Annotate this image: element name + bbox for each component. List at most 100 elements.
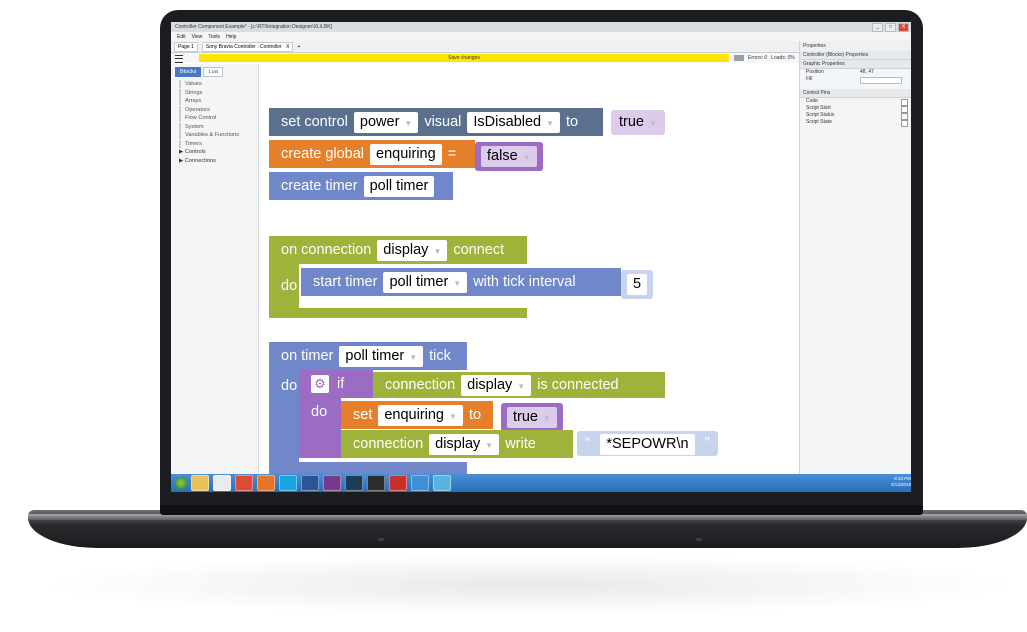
palette-item-operators[interactable]: Operators (179, 105, 258, 114)
close-button[interactable]: X (898, 23, 909, 32)
pin-row[interactable]: Code (800, 98, 911, 106)
connection-write-block[interactable]: connection display ▼ write (341, 430, 573, 458)
properties-tab[interactable]: Properties (800, 41, 911, 51)
skype-icon[interactable] (279, 475, 297, 491)
property-row[interactable]: Fill (800, 76, 911, 84)
dropdown-value: poll timer (389, 273, 449, 290)
on-timer-block[interactable]: on timer poll timer ▼ tick (269, 342, 467, 370)
string-block[interactable]: “ *SEPOWR\n ” (577, 431, 718, 456)
pin-checkbox[interactable] (901, 120, 908, 127)
block-label: write (505, 436, 536, 452)
tab-lua[interactable]: Lua (203, 67, 223, 77)
minimize-button[interactable]: _ (872, 23, 883, 32)
palette-item-arrays[interactable]: Arrays (179, 97, 258, 105)
pin-row[interactable]: Script Start (800, 105, 911, 113)
chevron-down-icon: ▼ (485, 440, 494, 450)
block-label: on timer (281, 348, 334, 364)
on-connection-block[interactable]: on connection display ▼ connect (269, 236, 527, 264)
interval-value-field[interactable]: 5 (627, 274, 648, 295)
false-value-dropdown[interactable]: false ▼ (481, 146, 537, 167)
properties-header: Controller (Blocks) Properties (800, 51, 911, 60)
set-control-block[interactable]: set control power ▼ visual IsDisabled ▼ to (269, 108, 603, 136)
property-value: 48, 47 (860, 69, 874, 75)
tab-sony-bravia-controller[interactable]: Sony Bravia Controller : Controller X (201, 41, 294, 52)
palette-group-connections[interactable]: ▶ Connections (179, 157, 258, 165)
maximize-button[interactable]: □ (885, 23, 896, 32)
connection-dropdown[interactable]: display ▼ (377, 239, 448, 261)
blocks-workspace[interactable]: set control power ▼ visual IsDisabled ▼ to… (259, 64, 798, 474)
interval-number-block[interactable]: 5 (621, 270, 654, 299)
acrobat-icon[interactable] (389, 475, 407, 491)
window-titlebar: Controller Component Example* - [c:\RTI\… (171, 22, 911, 32)
tab-close-icon[interactable]: X (286, 44, 289, 50)
string-value-field[interactable]: *SEPOWR\n (600, 434, 695, 455)
illustrator-icon[interactable] (367, 475, 385, 491)
if-do-arm: do (299, 398, 341, 446)
palette-item-flow-control[interactable]: Flow Control (179, 114, 258, 122)
laptop-foot (696, 538, 702, 541)
onenote-icon[interactable] (323, 475, 341, 491)
file-explorer-icon[interactable] (191, 475, 209, 491)
control-pins-header: Control Pins (800, 89, 911, 98)
create-global-block[interactable]: create global enquiring = (269, 140, 475, 168)
timer-dropdown[interactable]: poll timer ▼ (339, 345, 424, 367)
tab-blocks[interactable]: Blocks (175, 67, 202, 77)
palette-item-variables-functions[interactable]: Variables & Functions (179, 131, 258, 139)
property-row[interactable]: Position 48, 47 (800, 69, 911, 76)
chrome-icon[interactable] (235, 475, 253, 491)
false-value-block[interactable]: false ▼ (475, 142, 543, 171)
block-label: set (353, 407, 373, 423)
true-value-dropdown[interactable]: true ▼ (611, 110, 665, 135)
tab-page-1[interactable]: Page 1 (174, 41, 198, 52)
is-connected-block[interactable]: connection display ▼ is connected (373, 372, 665, 398)
hamburger-menu-icon[interactable] (175, 55, 183, 63)
palette-item-values[interactable]: Values (179, 80, 258, 88)
laptop-foot (378, 538, 384, 541)
photoshop-icon[interactable] (345, 475, 363, 491)
remote-desktop-icon[interactable] (433, 475, 451, 491)
connection-dropdown[interactable]: display ▼ (429, 433, 500, 455)
menu-tools[interactable]: Tools (208, 34, 220, 40)
block-label: create timer (281, 178, 358, 194)
dropdown-value: poll timer (345, 347, 405, 364)
pin-row[interactable]: Script Status (800, 112, 911, 120)
system-tray: 8:33 PM 2/13/2018 (891, 476, 911, 488)
on-connection-footer (269, 308, 527, 318)
palette-group-controls[interactable]: ▶ Controls (179, 148, 258, 156)
true-value-block[interactable]: true ▼ (501, 403, 563, 432)
true-value-dropdown[interactable]: true ▼ (507, 407, 557, 428)
variable-name-field[interactable]: enquiring (370, 143, 442, 165)
chevron-down-icon: ▼ (517, 381, 526, 391)
integration-designer-icon[interactable] (411, 475, 429, 491)
create-timer-block[interactable]: create timer poll timer (269, 172, 453, 200)
menu-view[interactable]: View (192, 34, 203, 40)
document-tabs: Page 1 Sony Bravia Controller : Controll… (171, 41, 802, 53)
pin-row[interactable]: Script State (800, 119, 911, 127)
firefox-icon[interactable] (257, 475, 275, 491)
start-button-icon[interactable] (175, 477, 187, 489)
variable-dropdown[interactable]: enquiring ▼ (378, 404, 463, 426)
status-indicator-icon (734, 55, 744, 61)
set-variable-block[interactable]: set enquiring ▼ to (341, 401, 493, 429)
word-icon[interactable] (301, 475, 319, 491)
timer-dropdown[interactable]: poll timer ▼ (383, 271, 468, 293)
connection-dropdown[interactable]: display ▼ (461, 374, 532, 396)
menu-edit[interactable]: Edit (177, 34, 186, 40)
if-block[interactable]: ⚙ if (299, 370, 373, 398)
property-dropdown[interactable]: IsDisabled ▼ (467, 111, 561, 133)
on-timer-do-arm: do (269, 370, 299, 470)
timer-name-field[interactable]: poll timer (363, 175, 435, 197)
block-label: visual (424, 114, 462, 130)
block-label: if (337, 376, 345, 392)
palette-item-system[interactable]: System (179, 122, 258, 131)
save-changes-button[interactable]: Save changes (199, 54, 729, 62)
media-player-icon[interactable] (213, 475, 231, 491)
add-tab-icon[interactable]: + (297, 44, 300, 50)
control-dropdown[interactable]: power ▼ (353, 111, 419, 133)
fill-color-field[interactable] (860, 77, 902, 84)
menu-help[interactable]: Help (226, 34, 236, 40)
palette-item-timers[interactable]: Timers (179, 139, 258, 148)
start-timer-block[interactable]: start timer poll timer ▼ with tick interv… (301, 268, 621, 296)
gear-icon[interactable]: ⚙ (311, 375, 329, 393)
palette-item-strings[interactable]: Strings (179, 88, 258, 97)
